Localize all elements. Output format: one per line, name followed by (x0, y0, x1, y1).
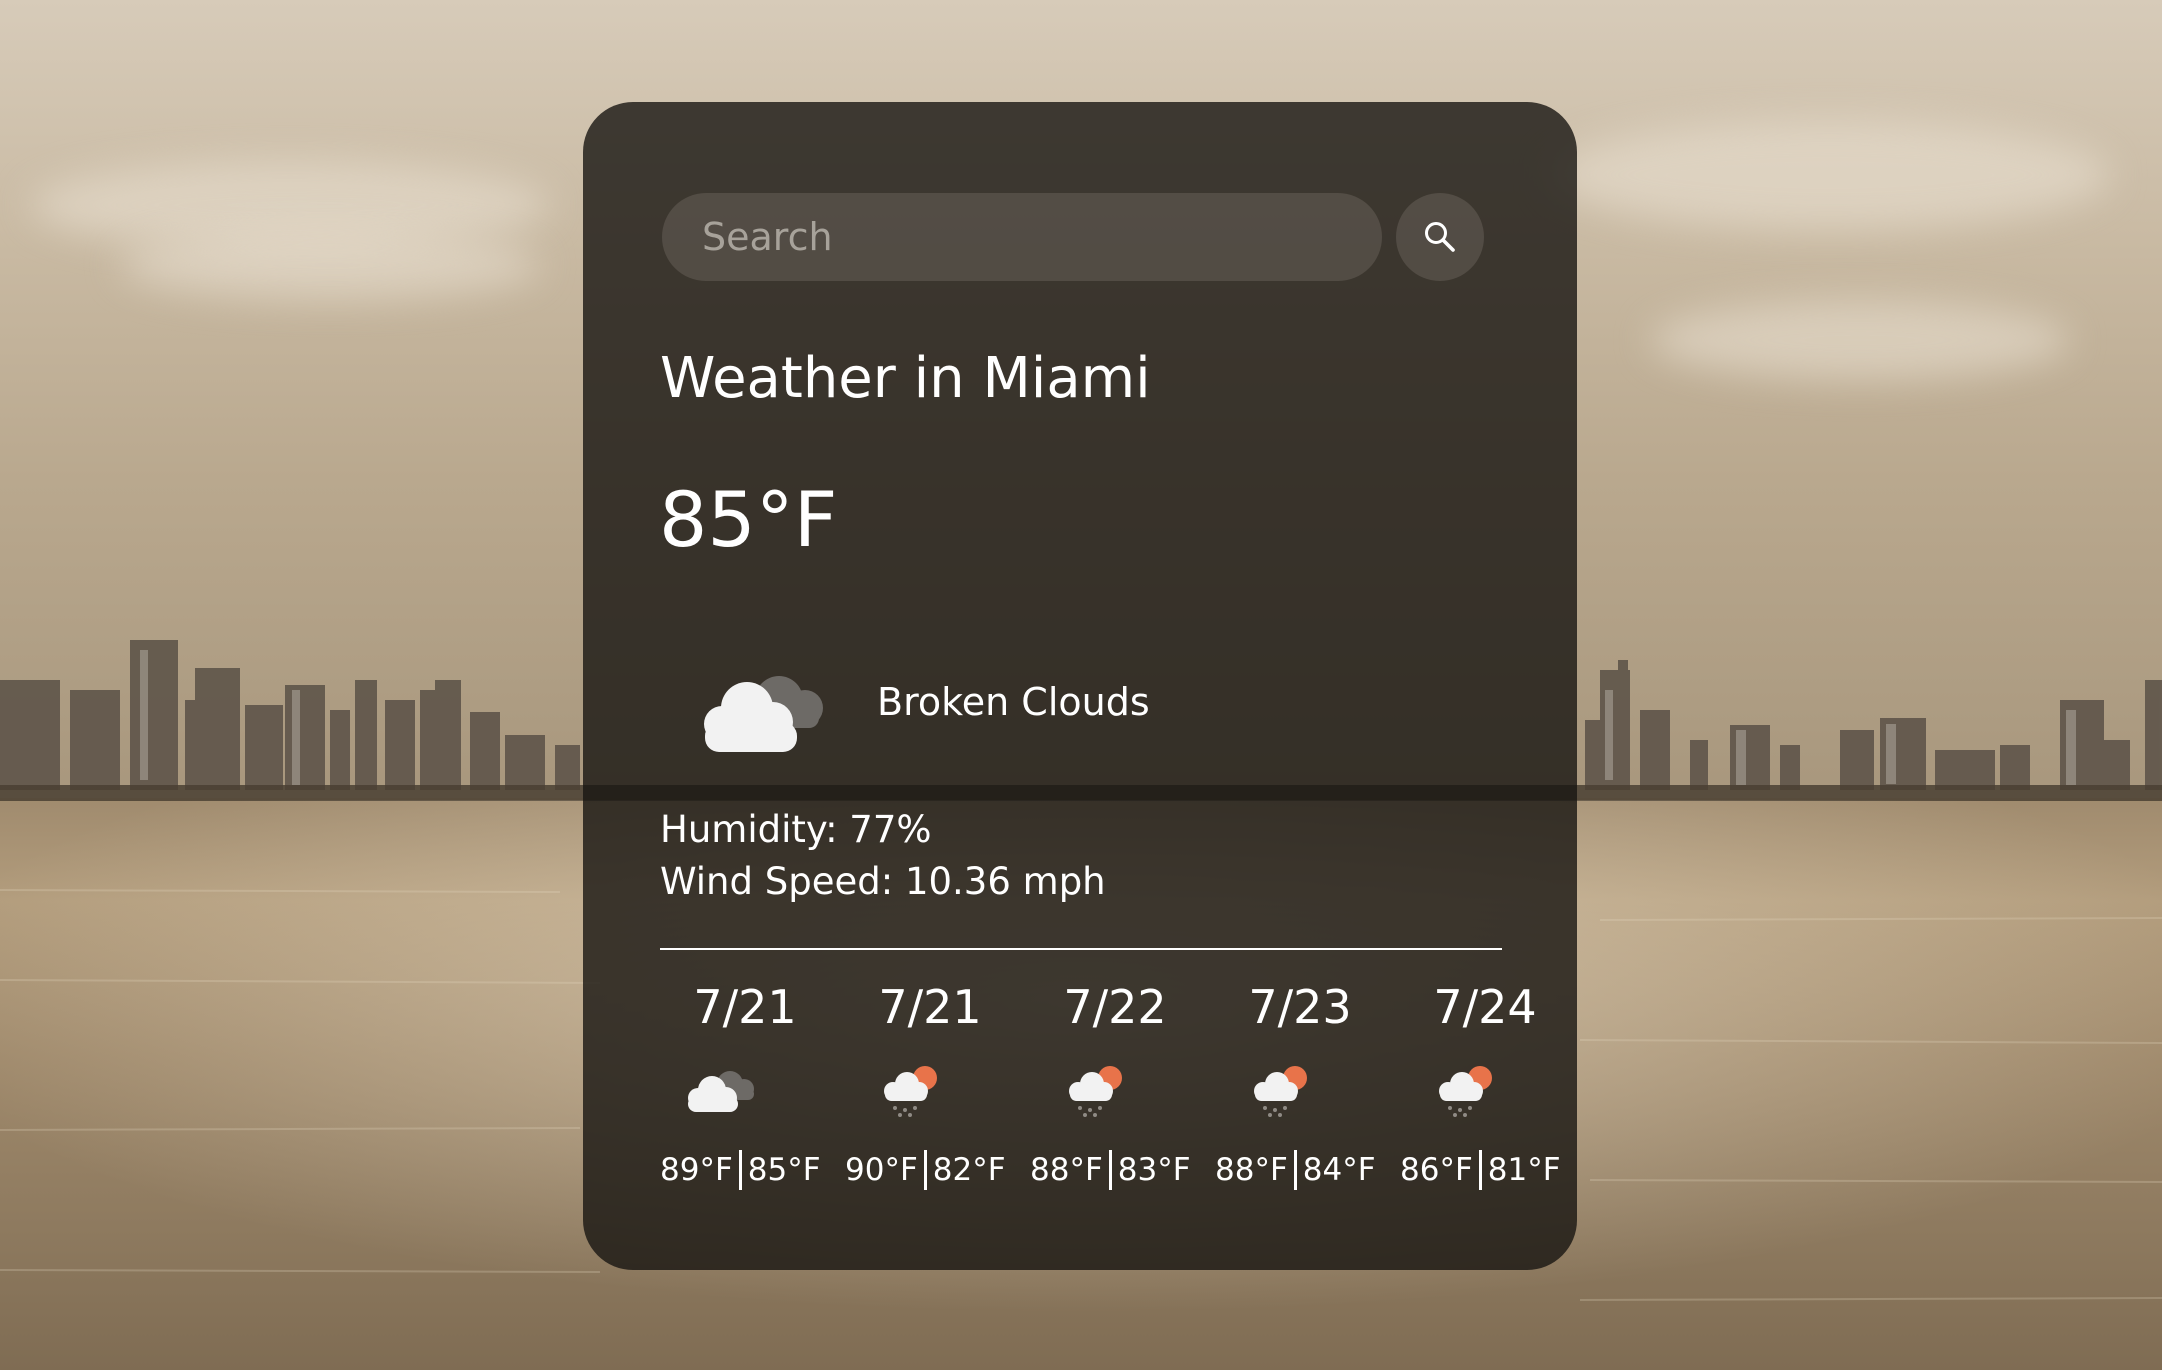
search-icon (1425, 222, 1455, 252)
forecast-date: 7/23 (1248, 980, 1352, 1034)
temp-separator (923, 1150, 927, 1190)
wind-speed-label: Wind Speed: 10.36 mph (660, 860, 1106, 903)
sun-rain-icon (1069, 1066, 1122, 1117)
sun-rain-icon (884, 1066, 937, 1117)
forecast-day: 7/24 86°F 81°F (1400, 970, 1570, 1220)
forecast-date: 7/22 (1063, 980, 1167, 1034)
forecast-temps: 86°F 81°F (1400, 1150, 1570, 1190)
page-title: Weather in Miami (660, 346, 1151, 411)
forecast-high: 89°F (660, 1152, 733, 1188)
search-input[interactable] (662, 193, 1382, 281)
search-button[interactable] (1396, 193, 1484, 281)
forecast-high: 88°F (1030, 1152, 1103, 1188)
forecast-high: 88°F (1215, 1152, 1288, 1188)
forecast-low: 81°F (1487, 1152, 1561, 1188)
forecast-low: 83°F (1117, 1152, 1191, 1188)
forecast-day: 7/21 90°F 82°F (845, 970, 1015, 1220)
humidity-label: Humidity: 77% (660, 808, 932, 851)
forecast-list: 7/21 89°F 85°F 7/21 90°F 82°F 7/22 88°F … (660, 970, 1590, 1220)
forecast-day: 7/21 89°F 85°F (660, 970, 830, 1220)
forecast-temps: 90°F 82°F (845, 1150, 1015, 1190)
search-bar (662, 193, 1484, 281)
forecast-low: 84°F (1302, 1152, 1376, 1188)
forecast-date: 7/21 (878, 980, 982, 1034)
forecast-day: 7/22 88°F 83°F (1030, 970, 1200, 1220)
forecast-low: 82°F (932, 1152, 1006, 1188)
temp-separator (738, 1150, 742, 1190)
forecast-temps: 88°F 84°F (1215, 1150, 1385, 1190)
forecast-low: 85°F (747, 1152, 821, 1188)
forecast-temps: 89°F 85°F (660, 1150, 830, 1190)
forecast-day: 7/23 88°F 84°F (1215, 970, 1385, 1220)
temp-separator (1108, 1150, 1112, 1190)
forecast-date: 7/21 (693, 980, 797, 1034)
broken-clouds-icon (704, 676, 823, 752)
condition-label: Broken Clouds (877, 680, 1150, 724)
temp-separator (1478, 1150, 1482, 1190)
forecast-high: 86°F (1400, 1152, 1473, 1188)
current-temperature: 85°F (659, 475, 838, 564)
temp-separator (1293, 1150, 1297, 1190)
sun-rain-icon (1439, 1066, 1492, 1117)
broken-clouds-icon (688, 1071, 754, 1112)
sun-rain-icon (1254, 1066, 1307, 1117)
weather-card: Weather in Miami 85°F Broken Clouds Humi… (583, 102, 1577, 1270)
divider (660, 948, 1502, 950)
forecast-date: 7/24 (1433, 980, 1537, 1034)
forecast-high: 90°F (845, 1152, 918, 1188)
weather-stats: Humidity: 77% Wind Speed: 10.36 mph (660, 804, 1106, 908)
forecast-temps: 88°F 83°F (1030, 1150, 1200, 1190)
